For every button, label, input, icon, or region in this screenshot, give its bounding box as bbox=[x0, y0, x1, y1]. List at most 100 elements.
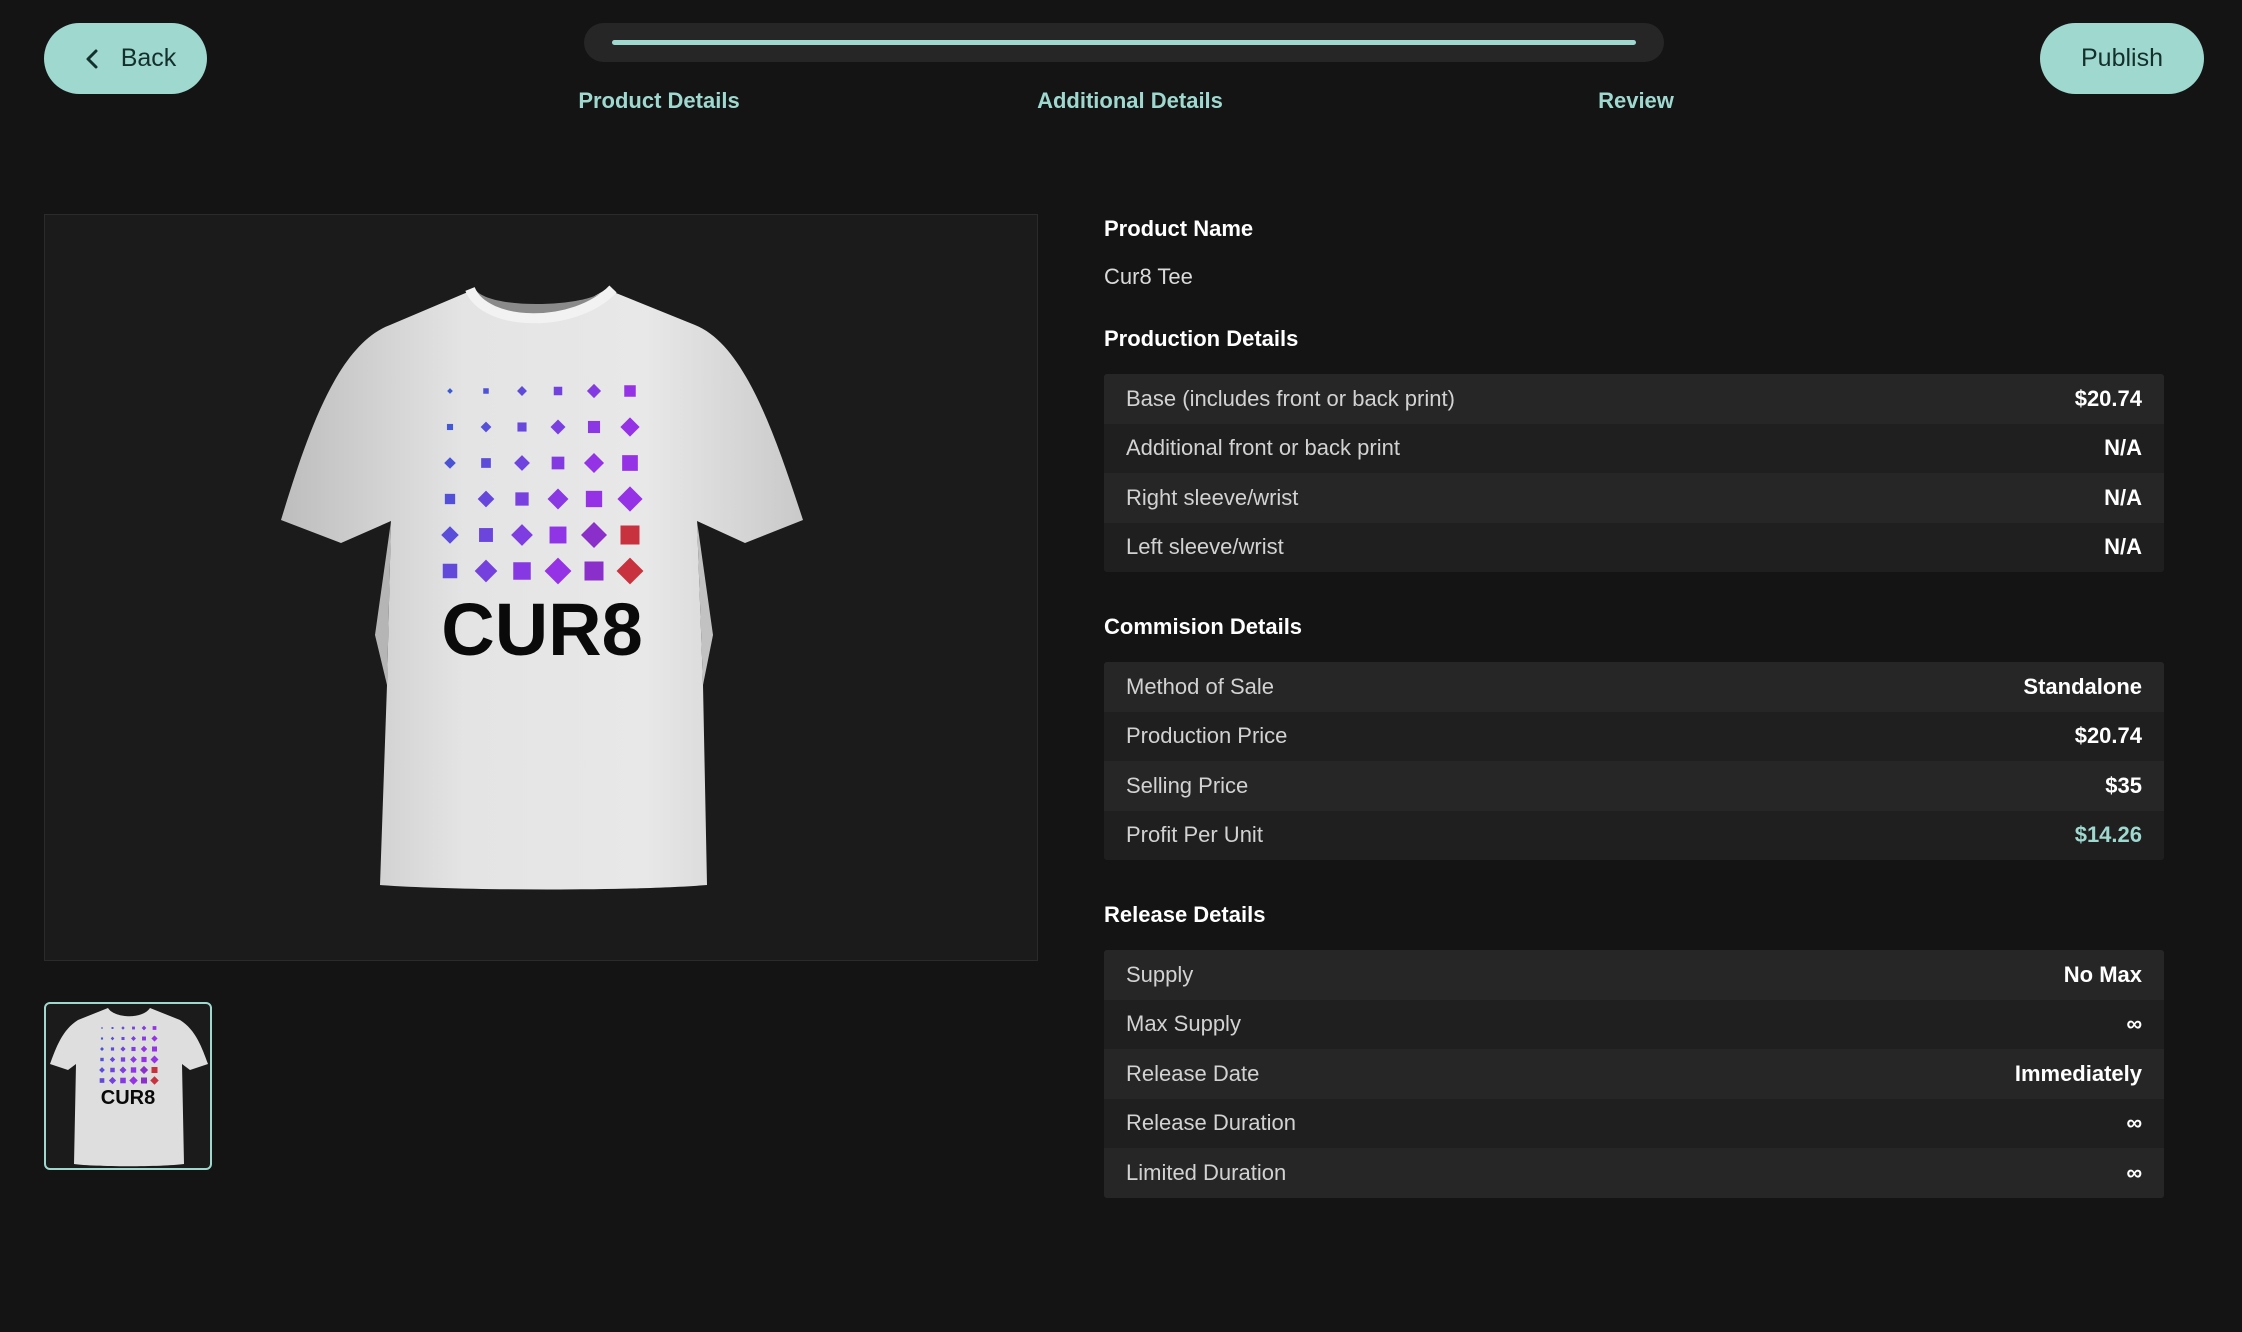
production-details-heading: Production Details bbox=[1104, 326, 1299, 351]
publish-button-label: Publish bbox=[2081, 44, 2163, 72]
row-value: Standalone bbox=[2023, 673, 2142, 699]
logo-pattern-square bbox=[624, 385, 636, 397]
logo-pattern-square bbox=[620, 525, 640, 545]
logo-pattern-square bbox=[120, 1077, 126, 1084]
shirt-logo-text: CUR8 bbox=[441, 588, 642, 671]
production-details-table: Base (includes front or back print) $20.… bbox=[1104, 374, 2164, 572]
progress-fill bbox=[612, 40, 1636, 45]
row-label: Limited Duration bbox=[1126, 1159, 1287, 1185]
profit-value: $14.26 bbox=[2074, 822, 2142, 848]
row-value: N/A bbox=[2104, 435, 2142, 461]
row-label: Release Date bbox=[1126, 1060, 1260, 1086]
logo-pattern-square bbox=[110, 1067, 115, 1073]
release-details-heading: Release Details bbox=[1104, 902, 1266, 927]
logo-pattern-square bbox=[442, 563, 458, 579]
logo-pattern-square bbox=[100, 1037, 104, 1040]
logo-pattern-square bbox=[152, 1026, 157, 1030]
logo-pattern-square bbox=[479, 528, 493, 542]
table-row: Base (includes front or back print) $20.… bbox=[1104, 374, 2164, 424]
logo-pattern-square bbox=[517, 422, 527, 432]
table-row: Additional front or back print N/A bbox=[1104, 423, 2164, 473]
logo-pattern-square bbox=[151, 1067, 158, 1073]
row-value: ∞ bbox=[2126, 1110, 2142, 1136]
progress-bar bbox=[584, 23, 1664, 62]
row-value: Immediately bbox=[2014, 1060, 2142, 1086]
logo-pattern-square bbox=[513, 562, 531, 580]
logo-pattern-square bbox=[515, 492, 529, 506]
chevron-left-icon bbox=[86, 49, 98, 68]
table-row: Left sleeve/wrist N/A bbox=[1104, 522, 2164, 572]
commission-details-heading: Commision Details bbox=[1104, 614, 1303, 639]
logo-pattern-square bbox=[483, 388, 489, 394]
step-review[interactable]: Review bbox=[1598, 88, 1674, 114]
row-label: Profit Per Unit bbox=[1126, 822, 1263, 848]
table-row: Selling Price $35 bbox=[1104, 761, 2164, 811]
row-label: Release Duration bbox=[1126, 1110, 1296, 1136]
row-value: $20.74 bbox=[2074, 723, 2142, 749]
table-row: Release Date Immediately bbox=[1104, 1049, 2164, 1099]
logo-pattern-square bbox=[444, 493, 456, 505]
table-row: Limited Duration ∞ bbox=[1104, 1148, 2164, 1198]
thumbnail-logo-text: CUR8 bbox=[101, 1087, 155, 1109]
row-value: ∞ bbox=[2126, 1011, 2142, 1037]
row-label: Selling Price bbox=[1126, 772, 1249, 798]
tshirt-thumbnail-image: CUR8 bbox=[50, 1008, 208, 1167]
product-name-value: Cur8 Tee bbox=[1104, 264, 1193, 289]
tshirt-image: CUR8 bbox=[281, 285, 803, 890]
table-row: Production Price $20.74 bbox=[1104, 711, 2164, 761]
commission-details-table: Method of Sale Standalone Production Pri… bbox=[1104, 662, 2164, 860]
logo-pattern-square bbox=[99, 1078, 105, 1083]
back-button-label: Back bbox=[120, 44, 177, 72]
logo-pattern-square bbox=[585, 490, 603, 508]
row-label: Base (includes front or back print) bbox=[1126, 385, 1455, 411]
logo-pattern-square bbox=[111, 1027, 114, 1029]
publish-button[interactable]: Publish bbox=[2040, 23, 2204, 94]
row-value: N/A bbox=[2104, 484, 2142, 510]
logo-pattern-square bbox=[481, 458, 491, 468]
logo-pattern-square bbox=[584, 561, 604, 581]
review-details-panel: Product Name Cur8 Tee Production Details… bbox=[1104, 214, 2164, 1198]
step-product-details[interactable]: Product Details bbox=[578, 88, 739, 114]
table-row: Supply No Max bbox=[1104, 950, 2164, 1000]
row-value: No Max bbox=[2063, 961, 2142, 987]
row-label: Method of Sale bbox=[1126, 673, 1274, 699]
logo-pattern-square bbox=[131, 1046, 136, 1052]
logo-pattern-square bbox=[142, 1036, 146, 1041]
row-label: Right sleeve/wrist bbox=[1126, 484, 1299, 510]
logo-pattern-square bbox=[551, 456, 565, 470]
row-label: Additional front or back print bbox=[1126, 435, 1400, 461]
table-row: Method of Sale Standalone bbox=[1104, 662, 2164, 712]
row-value: $35 bbox=[2105, 772, 2142, 798]
logo-pattern-square bbox=[110, 1047, 115, 1051]
logo-pattern-square bbox=[622, 455, 638, 471]
row-value: ∞ bbox=[2126, 1159, 2142, 1185]
product-name-heading: Product Name bbox=[1104, 216, 1254, 241]
row-label: Supply bbox=[1126, 961, 1194, 987]
row-label: Left sleeve/wrist bbox=[1126, 534, 1284, 560]
table-row: Max Supply ∞ bbox=[1104, 999, 2164, 1049]
logo-pattern-square bbox=[151, 1046, 158, 1052]
logo-pattern-square bbox=[141, 1056, 147, 1063]
row-value: N/A bbox=[2104, 534, 2142, 560]
logo-pattern-square bbox=[120, 1057, 126, 1062]
logo-pattern-square bbox=[553, 386, 563, 396]
logo-pattern-square bbox=[141, 1077, 147, 1084]
logo-pattern-square bbox=[130, 1067, 137, 1073]
logo-pattern-square bbox=[587, 420, 601, 434]
logo-pattern-square bbox=[132, 1026, 135, 1030]
logo-pattern-square bbox=[549, 526, 567, 544]
release-details-table: Supply No Max Max Supply ∞ Release Date … bbox=[1104, 950, 2164, 1198]
row-label: Max Supply bbox=[1126, 1011, 1241, 1037]
table-row: Release Duration ∞ bbox=[1104, 1098, 2164, 1148]
table-row: Right sleeve/wrist N/A bbox=[1104, 473, 2164, 523]
row-label: Production Price bbox=[1126, 723, 1288, 749]
logo-pattern-square bbox=[100, 1057, 104, 1062]
logo-pattern-square bbox=[446, 423, 454, 431]
row-value: $20.74 bbox=[2074, 385, 2142, 411]
step-additional-details[interactable]: Additional Details bbox=[1037, 88, 1223, 114]
back-button[interactable]: Back bbox=[44, 23, 207, 94]
logo-pattern-square bbox=[121, 1036, 125, 1041]
product-image-thumbnail[interactable]: CUR8 bbox=[44, 1002, 212, 1170]
table-row: Profit Per Unit $14.26 bbox=[1104, 810, 2164, 860]
product-image-preview: CUR8 bbox=[44, 214, 1038, 961]
